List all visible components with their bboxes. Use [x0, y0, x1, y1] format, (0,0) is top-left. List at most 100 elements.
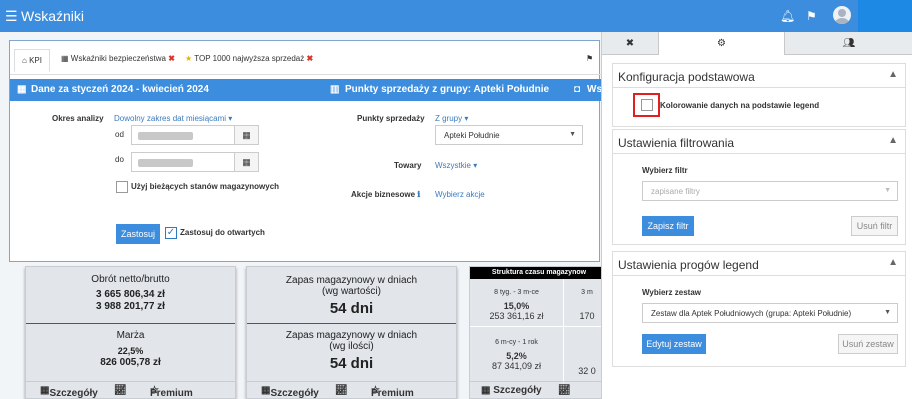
delete-set-button[interactable]: Usuń zestaw — [838, 334, 898, 354]
details-link[interactable]: ▦ Szczegóły — [481, 385, 542, 396]
date-range-title: Dane za styczeń 2024 - kwiecień 2024 — [31, 84, 209, 95]
tab-top-1000[interactable]: ★ TOP 1000 najwyższa sprzedaż ✖ — [185, 54, 313, 63]
premium-link[interactable]: Premium ☆ — [371, 385, 414, 399]
basic-config-section: Konfiguracja podstawowa ▲ Kolorowanie da… — [612, 63, 906, 127]
chevron-up-icon[interactable]: ▲ — [888, 257, 898, 268]
card-subtitle: (wg ilości) — [329, 341, 374, 352]
home-icon: ⌂ — [22, 56, 27, 65]
period-range-link[interactable]: Dowolny zakres dat miesiącami ▾ — [114, 114, 232, 123]
users-icon: 👥︎ — [842, 38, 856, 49]
calendar-icon: ▦ — [17, 84, 27, 95]
tab-label: Wskaźniki bezpieczeństwa — [70, 54, 166, 63]
delete-filter-button[interactable]: Usuń filtr — [851, 216, 898, 236]
section-header[interactable]: Ustawienia progów legend ▲ — [613, 252, 905, 276]
users-tab[interactable]: 👥︎ — [785, 32, 912, 55]
card-title: Struktura czasu magazynow — [470, 267, 608, 279]
save-filter-button[interactable]: Zapisz filtr — [642, 216, 694, 236]
chart-icon[interactable]: 📈︎ — [114, 385, 127, 396]
chart-icon[interactable]: 📈︎ — [558, 385, 571, 396]
points-label: Punkty sprzedaży — [357, 114, 425, 123]
card-title: Marża — [116, 330, 145, 341]
actions-label: Akcje biznesowe ℹ — [351, 190, 421, 199]
divider — [26, 323, 235, 324]
divider — [247, 323, 456, 324]
card-footer: ▦ Szczegóły 📈︎ Premium ☆ — [26, 381, 235, 399]
points-group-link[interactable]: Z grupy ▾ — [435, 114, 468, 123]
star-icon: ★ — [185, 54, 193, 63]
chevron-down-icon: ▼ — [884, 187, 891, 194]
tab-kpi[interactable]: ⌂ KPI — [14, 49, 50, 72]
bell-icon[interactable]: 🔔︎ — [780, 9, 795, 23]
kpi-card-turnover: Obrót netto/brutto 3 665 806,34 zł 3 988… — [25, 266, 236, 399]
close-tab-icon[interactable]: ✖ — [168, 54, 175, 63]
card-value: 54 dni — [329, 300, 374, 317]
tab-bar: ⌂ KPI ▦ Wskaźniki bezpieczeństwa ✖ ★ TOP… — [10, 41, 601, 75]
premium-link[interactable]: Premium ☆ — [150, 385, 193, 399]
close-tab-icon[interactable]: ✖ — [306, 54, 313, 63]
chevron-down-icon: ▼ — [884, 309, 891, 316]
apply-button[interactable]: Zastosuj — [116, 224, 160, 244]
points-title: Punkty sprzedaży z grupy: Apteki Południ… — [345, 84, 550, 95]
card-title: Zapas magazynowy w dniach — [285, 330, 418, 341]
select-value: Zestaw dla Aptek Południowych (grupa: Ap… — [651, 309, 852, 318]
filter-section: Ustawienia filtrowania ▲ Wybierz filtr z… — [612, 129, 906, 245]
chevron-up-icon[interactable]: ▲ — [888, 69, 898, 80]
chevron-up-icon[interactable]: ▲ — [888, 135, 898, 146]
top-bar-extra — [858, 0, 912, 32]
section-header[interactable]: Ustawienia filtrowania ▲ — [613, 130, 905, 154]
avatar[interactable] — [833, 6, 851, 24]
info-bar: ▦ Dane za styczeń 2024 - kwiecień 2024 ▥… — [10, 79, 602, 101]
tab-label: KPI — [29, 56, 42, 65]
calendar-icon[interactable]: ▦ — [234, 126, 258, 144]
goods-label: Towary — [394, 161, 422, 170]
choose-set-label: Wybierz zestaw — [642, 288, 701, 297]
edit-set-button[interactable]: Edytuj zestaw — [642, 334, 706, 354]
coloring-checkbox[interactable] — [641, 99, 653, 111]
chevron-down-icon: ▼ — [569, 131, 576, 138]
section-header[interactable]: Konfiguracja podstawowa ▲ — [613, 64, 905, 88]
choose-actions-link[interactable]: Wybierz akcje — [435, 190, 485, 199]
hamburger-icon[interactable]: ☰ — [5, 8, 18, 25]
calendar-icon[interactable]: ▦ — [234, 153, 258, 171]
choose-filter-label: Wybierz filtr — [642, 166, 688, 175]
saved-filters-select[interactable]: zapisane filtry ▼ — [642, 181, 898, 201]
to-label: do — [115, 155, 124, 164]
points-group-select[interactable]: Apteki Południe ▼ — [435, 125, 583, 145]
goods-link[interactable]: Wszystkie ▾ — [435, 161, 477, 170]
section-title: Ustawienia filtrowania — [618, 136, 735, 150]
apply-open-checkbox[interactable]: ✓ — [165, 227, 177, 239]
section-title: Konfiguracja podstawowa — [618, 70, 755, 84]
current-stock-label: Użyj bieżących stanów magazynowych — [131, 182, 280, 191]
bar-extra-title: Ws — [587, 84, 602, 95]
kpi-card-stock-days: Zapas magazynowy w dniach (wg wartości) … — [246, 266, 457, 399]
current-stock-checkbox[interactable] — [116, 181, 128, 193]
legend-set-select[interactable]: Zestaw dla Aptek Południowych (grupa: Ap… — [642, 303, 898, 323]
flag-icon[interactable]: ⚑ — [806, 9, 817, 23]
structure-cell: 6 m-cy - 1 rok 5,2% 87 341,09 zł — [491, 339, 542, 371]
settings-panel: ✖ ⚙ 👥︎ Konfiguracja podstawowa ▲ Kolorow… — [601, 32, 912, 399]
card-footer: ▦ Szczegóły 📈︎ — [470, 381, 610, 398]
from-label: od — [115, 130, 124, 139]
panel-tabs: ✖ ⚙ 👥︎ — [602, 32, 912, 55]
date-from-field[interactable]: ▦ — [131, 125, 259, 145]
section-title: Ustawienia progów legend — [618, 258, 759, 272]
date-to-field[interactable]: ▦ — [131, 152, 259, 172]
details-link[interactable]: ▦ Szczegóły — [261, 385, 319, 399]
card-title: Zapas magazynowy w dniach — [285, 275, 418, 286]
divider — [470, 326, 610, 327]
camera-icon: ◘ — [574, 84, 581, 95]
tab-safety-indicators[interactable]: ▦ Wskaźniki bezpieczeństwa ✖ — [61, 54, 175, 63]
settings-tab[interactable]: ⚙ — [659, 32, 785, 55]
close-panel-tab[interactable]: ✖ — [602, 32, 659, 55]
table-icon: ▦ — [61, 54, 69, 63]
flag-icon[interactable]: ⚑ — [586, 54, 593, 63]
structure-grid: 8 tyg. - 3 m-ce 15,0% 253 361,16 zł 3 m … — [470, 279, 610, 383]
structure-cell: 8 tyg. - 3 m-ce 15,0% 253 361,16 zł — [489, 289, 544, 321]
legend-section: Ustawienia progów legend ▲ Wybierz zesta… — [612, 251, 906, 367]
chart-icon[interactable]: 📈︎ — [335, 385, 348, 396]
stock-structure-card: Struktura czasu magazynow 8 tyg. - 3 m-c… — [469, 266, 610, 399]
card-value: 22,5% — [117, 346, 144, 356]
apply-open-label: Zastosuj do otwartych — [180, 228, 265, 237]
details-link[interactable]: ▦ Szczegóły — [40, 385, 98, 399]
app-title: Wskaźniki — [21, 8, 85, 24]
